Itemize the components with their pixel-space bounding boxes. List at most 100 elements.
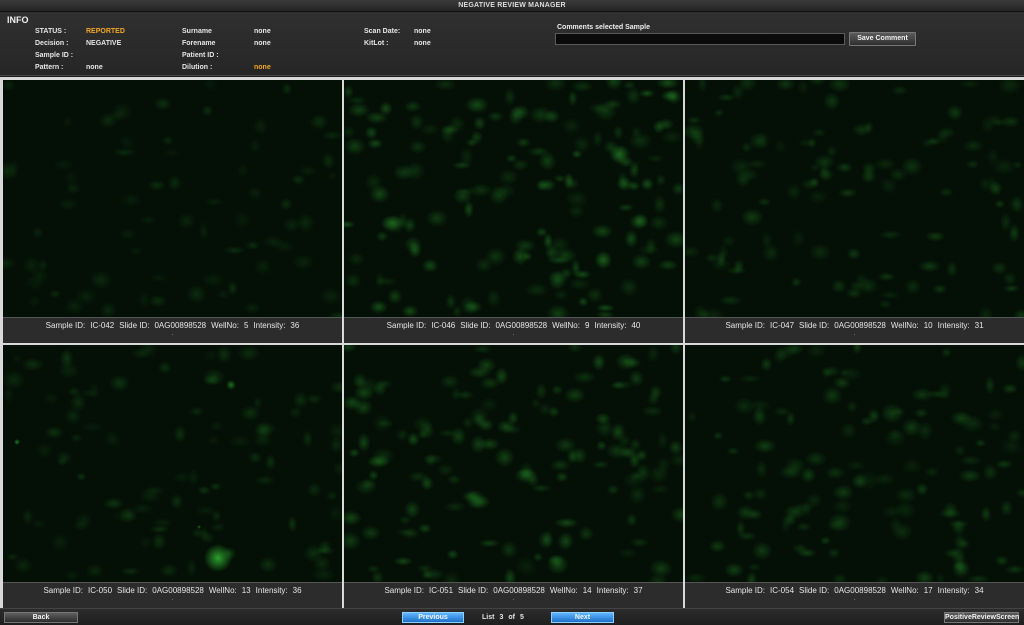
slide-id: 0AG00898528: [495, 321, 548, 330]
caption-dot: .: [512, 596, 515, 602]
forename-label: Forename: [182, 40, 216, 47]
sample-id-label: Sample ID:: [725, 321, 766, 330]
fluorescence-image: [685, 345, 1024, 582]
sample-caption: Sample ID: IC-054 Slide ID: 0AG00898528 Well…: [685, 582, 1024, 608]
well-number: 5: [243, 321, 249, 330]
patient-id-label: Patient ID :: [182, 52, 219, 59]
sample-caption: Sample ID: IC-051 Slide ID: 0AG00898528 Well…: [344, 582, 683, 608]
well-number: 13: [241, 586, 251, 595]
dilution-label: Dilution :: [182, 64, 213, 71]
decision-label: Decision :: [35, 40, 69, 47]
scan-date-label: Scan Date:: [364, 28, 401, 35]
sample-id-label: Sample ID:: [386, 321, 427, 330]
well-label: WellNo:: [208, 586, 237, 595]
caption-dot: .: [853, 596, 856, 602]
caption-dot: .: [512, 331, 515, 337]
sample-id: IC-046: [431, 321, 456, 330]
kitlot-value: none: [414, 40, 431, 47]
sample-id: IC-051: [429, 586, 454, 595]
current-page: 3: [499, 614, 504, 621]
sample-id-label: Sample ID:: [725, 586, 766, 595]
intensity-value: 37: [633, 586, 643, 595]
slide-id: 0AG00898528: [154, 321, 207, 330]
caption-dot: .: [171, 331, 174, 337]
fluorescence-image: [344, 80, 683, 317]
list-label: List: [482, 614, 495, 621]
intensity-label: Intensity:: [937, 321, 970, 330]
sample-tile[interactable]: Sample ID: IC-051 Slide ID: 0AG00898528 Well…: [344, 345, 683, 608]
intensity-value: 36: [290, 321, 300, 330]
status-value: REPORTED: [86, 28, 125, 35]
sample-caption: Sample ID: IC-046 Slide ID: 0AG00898528 Well…: [344, 317, 683, 343]
slide-id-label: Slide ID:: [799, 586, 830, 595]
intensity-value: 36: [292, 586, 302, 595]
intensity-value: 31: [974, 321, 984, 330]
slide-id-label: Slide ID:: [460, 321, 491, 330]
fluorescence-image: [344, 345, 683, 582]
well-label: WellNo:: [211, 321, 239, 330]
of-label: of: [508, 614, 515, 621]
intensity-value: 40: [631, 321, 641, 330]
sample-id: IC-054: [770, 586, 795, 595]
pattern-value: none: [86, 64, 103, 71]
positive-review-screen-button[interactable]: PositiveReviewScreen: [944, 612, 1019, 623]
comments-label: Comments selected Sample: [557, 24, 650, 31]
well-number: 9: [584, 321, 590, 330]
slide-id-label: Slide ID:: [119, 321, 150, 330]
bottom-toolbar: Back Previous List 3 of 5 Next PositiveRevi…: [0, 608, 1024, 625]
sample-tile[interactable]: Sample ID: IC-047 Slide ID: 0AG00898528 Well…: [685, 80, 1024, 343]
slide-id: 0AG00898528: [493, 586, 545, 595]
sample-id-label: Sample ID:: [45, 321, 86, 330]
sample-id: IC-042: [90, 321, 115, 330]
sample-caption: Sample ID: IC-047 Slide ID: 0AG00898528 Well…: [685, 317, 1024, 343]
intensity-label: Intensity:: [594, 321, 627, 330]
well-label: WellNo:: [549, 586, 578, 595]
sample-id-label: Sample ID :: [35, 52, 74, 59]
well-label: WellNo:: [552, 321, 580, 330]
intensity-label: Intensity:: [255, 586, 288, 595]
scan-date-value: none: [414, 28, 431, 35]
comment-input[interactable]: [555, 33, 845, 45]
caption-dot: .: [171, 596, 174, 602]
sample-tile[interactable]: Sample ID: IC-042 Slide ID: 0AG00898528 Well…: [3, 80, 342, 343]
slide-id-label: Slide ID:: [458, 586, 489, 595]
surname-label: Surname: [182, 28, 212, 35]
sample-id-label: Sample ID:: [43, 586, 84, 595]
total-pages: 5: [519, 614, 524, 621]
forename-value: none: [254, 40, 271, 47]
surname-value: none: [254, 28, 271, 35]
kitlot-label: KitLot :: [364, 40, 389, 47]
fluorescence-image: [3, 80, 342, 317]
page-indicator: List 3 of 5: [482, 614, 529, 621]
slide-id-label: Slide ID:: [799, 321, 830, 330]
well-number: 14: [582, 586, 592, 595]
caption-dot: .: [853, 331, 856, 337]
window-title: NEGATIVE REVIEW MANAGER: [0, 0, 1024, 12]
sample-tile[interactable]: Sample ID: IC-054 Slide ID: 0AG00898528 Well…: [685, 345, 1024, 608]
sample-id-label: Sample ID:: [384, 586, 425, 595]
slide-id-label: Slide ID:: [117, 586, 148, 595]
pattern-label: Pattern :: [35, 64, 64, 71]
back-button[interactable]: Back: [4, 612, 78, 623]
previous-button[interactable]: Previous: [402, 612, 464, 623]
sample-tile[interactable]: Sample ID: IC-046 Slide ID: 0AG00898528 Well…: [344, 80, 683, 343]
sample-id: IC-050: [88, 586, 113, 595]
sample-id: IC-047: [770, 321, 795, 330]
well-number: 10: [923, 321, 933, 330]
sample-tile[interactable]: Sample ID: IC-050 Slide ID: 0AG00898528 Well…: [3, 345, 342, 608]
intensity-label: Intensity:: [937, 586, 970, 595]
status-label: STATUS :: [35, 28, 67, 35]
sample-caption: Sample ID: IC-042 Slide ID: 0AG00898528 Well…: [3, 317, 342, 343]
slide-id: 0AG00898528: [834, 586, 886, 595]
next-button[interactable]: Next: [551, 612, 614, 623]
well-label: WellNo:: [890, 321, 919, 330]
intensity-label: Intensity:: [596, 586, 629, 595]
fluorescence-image: [3, 345, 342, 582]
save-comment-button[interactable]: Save Comment: [849, 32, 916, 46]
fluorescence-image: [685, 80, 1024, 317]
well-number: 17: [923, 586, 933, 595]
well-label: WellNo:: [890, 586, 919, 595]
sample-image-grid: Sample ID: IC-042 Slide ID: 0AG00898528 Well…: [0, 77, 1024, 608]
intensity-label: Intensity:: [253, 321, 286, 330]
info-heading: INFO: [7, 15, 29, 25]
